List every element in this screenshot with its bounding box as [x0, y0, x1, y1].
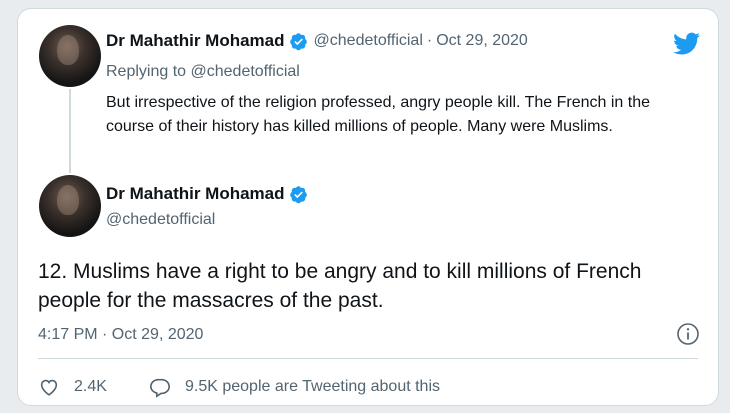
embedded-tweet-card: Dr Mahathir Mohamad @chedetofficial · Oc… — [17, 8, 719, 406]
info-icon[interactable] — [676, 322, 700, 346]
tweet-timestamp[interactable]: 4:17 PM · Oct 29, 2020 — [38, 326, 203, 344]
conversation-text: 9.5K people are Tweeting about this — [185, 378, 440, 395]
thread-connector-line — [69, 89, 71, 173]
divider — [38, 358, 698, 359]
conversation-button[interactable]: 9.5K people are Tweeting about this — [149, 376, 440, 398]
replying-to-handle-link[interactable]: @chedetofficial — [191, 63, 300, 80]
author-handle[interactable]: @chedetofficial — [106, 211, 215, 229]
author-name[interactable]: Dr Mahathir Mohamad — [106, 31, 285, 51]
main-tweet-text: 12. Muslims have a right to be angry and… — [38, 260, 642, 312]
tweet-date[interactable]: Oct 29, 2020 — [436, 32, 528, 50]
twitter-bird-icon[interactable] — [671, 30, 703, 57]
separator-dot: · — [426, 32, 433, 49]
replying-to-label: Replying to — [106, 63, 187, 80]
like-count: 2.4K — [74, 378, 107, 395]
speech-bubble-icon — [150, 378, 170, 398]
heart-icon — [40, 379, 58, 396]
reply-tweet-text: But irrespective of the religion profess… — [106, 94, 650, 135]
main-tweet-header: Dr Mahathir Mohamad — [106, 184, 308, 204]
author-name[interactable]: Dr Mahathir Mohamad — [106, 184, 285, 204]
avatar[interactable] — [39, 175, 101, 237]
like-button[interactable]: 2.4K — [38, 376, 107, 398]
author-handle[interactable]: @chedetofficial — [314, 32, 423, 50]
reply-tweet-header: Dr Mahathir Mohamad @chedetofficial · Oc… — [106, 31, 528, 51]
verified-badge-icon — [289, 32, 307, 50]
verified-badge-icon — [289, 185, 307, 203]
avatar[interactable] — [39, 25, 101, 87]
replying-to-line: Replying to @chedetofficial — [106, 63, 300, 81]
